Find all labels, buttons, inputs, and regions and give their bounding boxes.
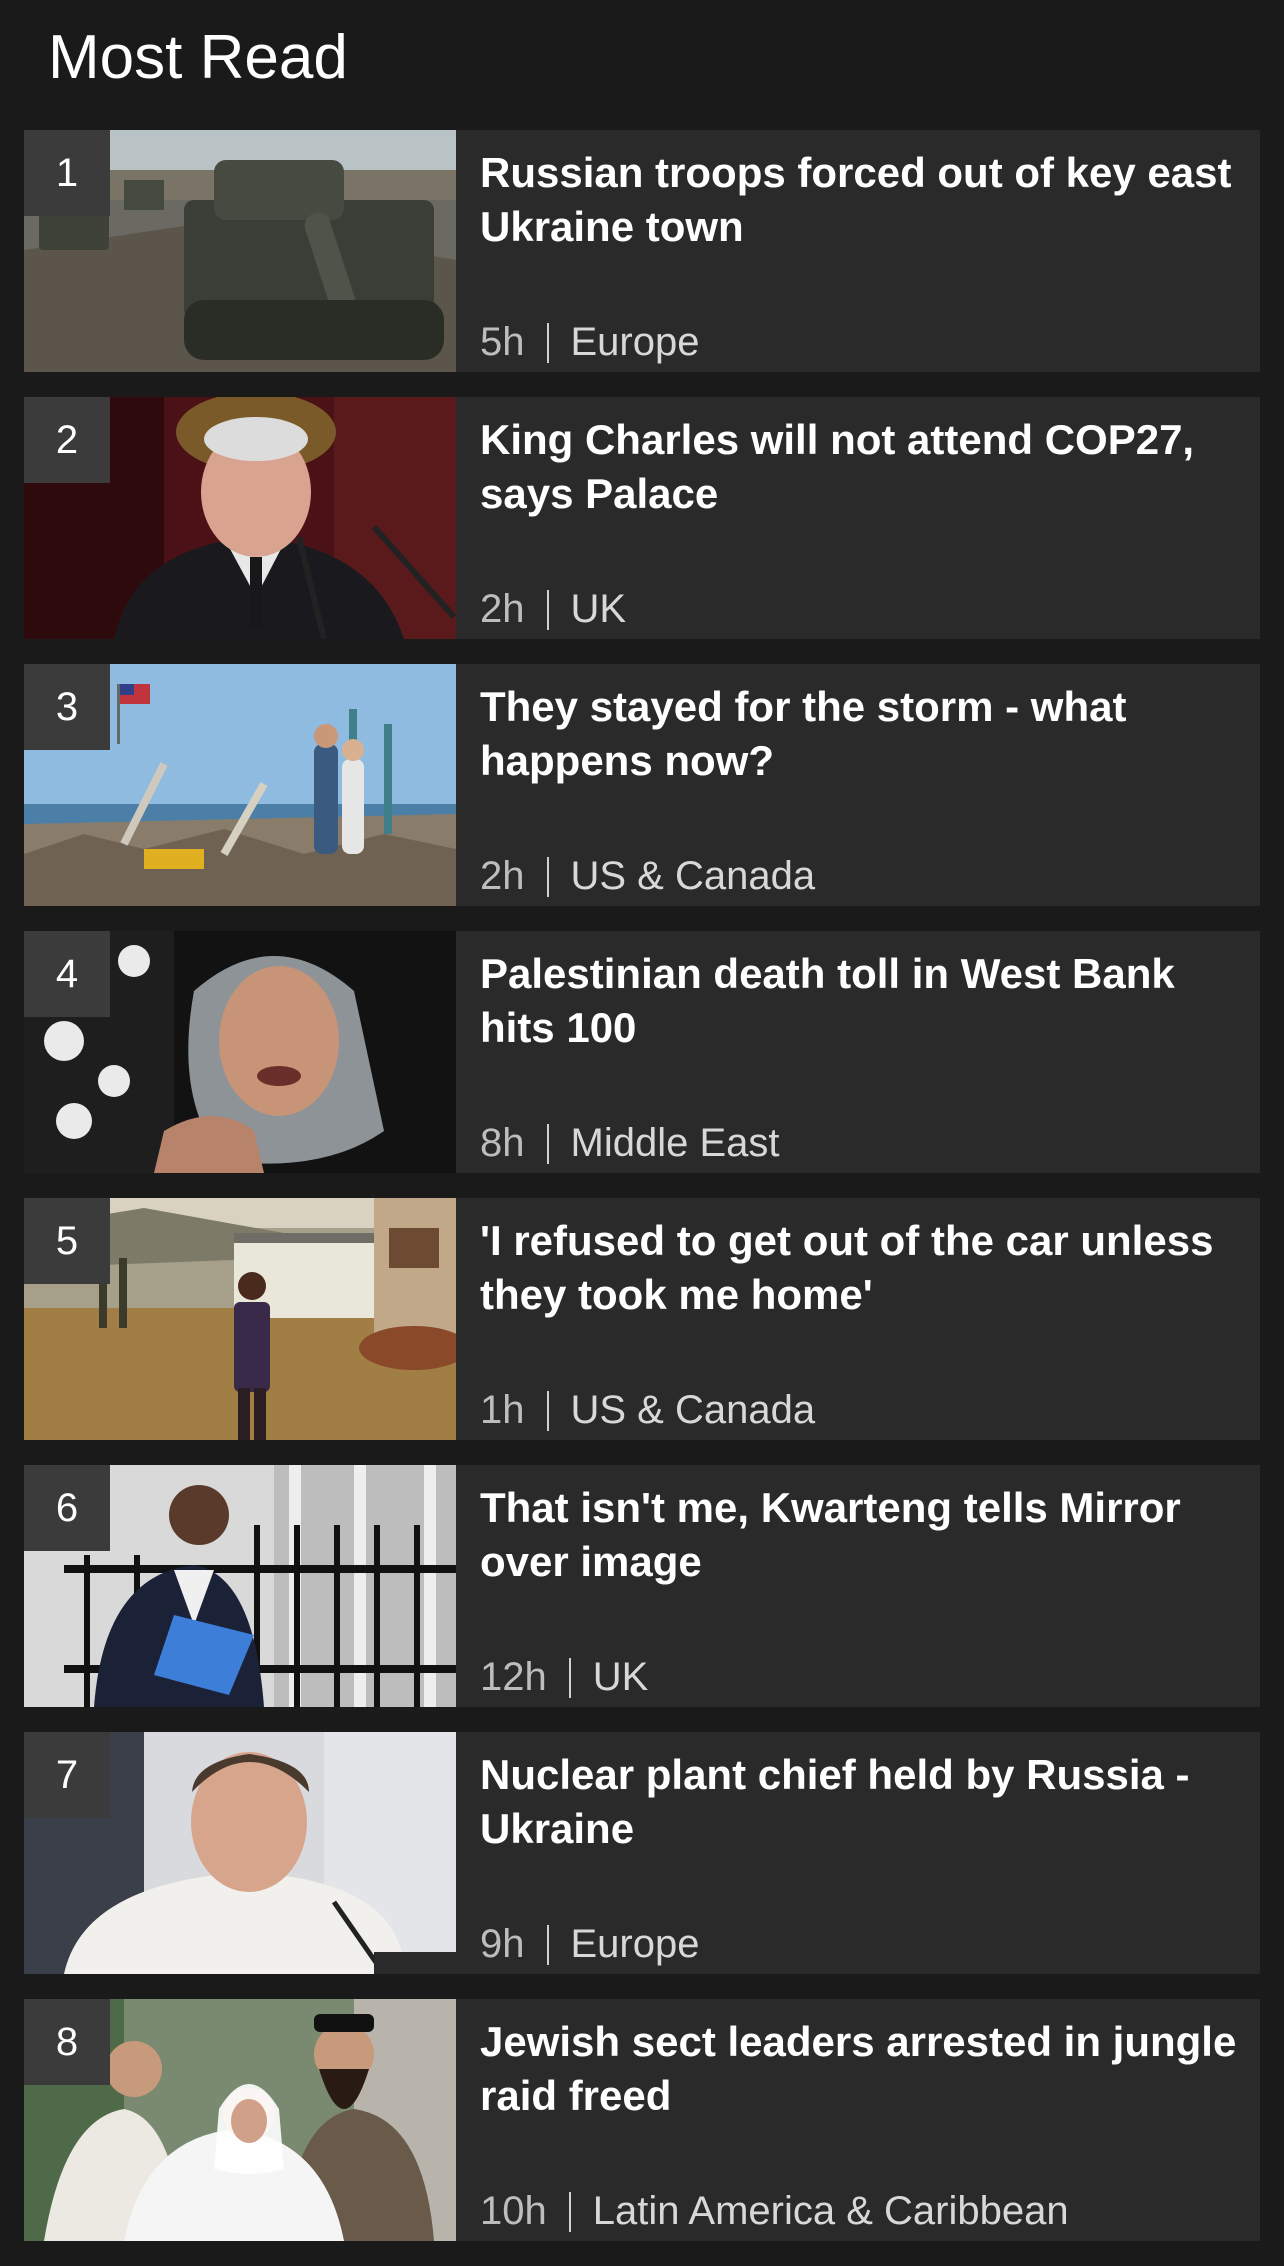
article-time: 10h [480, 2189, 547, 2233]
article-thumbnail[interactable]: 2 [24, 397, 456, 639]
article-category[interactable]: US & Canada [571, 854, 816, 898]
article-meta: 2h US & Canada [480, 852, 815, 900]
rank-badge: 4 [24, 931, 110, 1017]
article-thumbnail[interactable]: 1 [24, 130, 456, 372]
article-thumbnail[interactable]: 4 [24, 931, 456, 1173]
article-category[interactable]: Middle East [571, 1121, 780, 1165]
article-headline[interactable]: Russian troops forced out of key east Uk… [480, 146, 1250, 254]
rank-badge: 2 [24, 397, 110, 483]
section-title: Most Read [48, 23, 348, 92]
article-headline[interactable]: They stayed for the storm - what happens… [480, 680, 1250, 788]
article-meta: 1h US & Canada [480, 1386, 815, 1434]
rank-badge: 6 [24, 1465, 110, 1551]
article-meta: 9h Europe [480, 1920, 699, 1968]
rank-badge: 1 [24, 130, 110, 216]
article-headline[interactable]: Jewish sect leaders arrested in jungle r… [480, 2015, 1250, 2123]
article-category[interactable]: UK [571, 587, 627, 631]
list-item[interactable]: 5 'I refused to get out of the car unles… [24, 1198, 1260, 1440]
meta-divider [568, 2192, 571, 2232]
article-headline[interactable]: Palestinian death toll in West Bank hits… [480, 947, 1250, 1055]
list-item[interactable]: 4 Palestinian death toll in West Bank hi… [24, 931, 1260, 1173]
article-time: 2h [480, 854, 525, 898]
meta-divider [568, 1658, 571, 1698]
article-meta: 5h Europe [480, 318, 699, 366]
list-item[interactable]: 6 That isn't me, Kwarteng tells Mirror o… [24, 1465, 1260, 1707]
meta-divider [546, 323, 549, 363]
rank-badge: 8 [24, 1999, 110, 2085]
article-thumbnail[interactable]: 8 [24, 1999, 456, 2241]
article-thumbnail[interactable]: 7 [24, 1732, 456, 1974]
article-time: 8h [480, 1121, 525, 1165]
article-headline[interactable]: King Charles will not attend COP27, says… [480, 413, 1250, 521]
article-category[interactable]: Europe [571, 1922, 700, 1966]
article-headline[interactable]: Nuclear plant chief held by Russia - Ukr… [480, 1748, 1250, 1856]
article-meta: 2h UK [480, 585, 626, 633]
meta-divider [546, 1925, 549, 1965]
meta-divider [546, 1391, 549, 1431]
list-item[interactable]: 3 They stayed for the storm - what happe… [24, 664, 1260, 906]
most-read-list: 1 Russian troops forced out of key east … [24, 130, 1260, 2266]
rank-badge: 3 [24, 664, 110, 750]
article-time: 2h [480, 587, 525, 631]
article-thumbnail[interactable]: 3 [24, 664, 456, 906]
article-thumbnail[interactable]: 5 [24, 1198, 456, 1440]
rank-badge: 7 [24, 1732, 110, 1818]
meta-divider [546, 1124, 549, 1164]
meta-divider [546, 590, 549, 630]
article-category[interactable]: UK [593, 1655, 649, 1699]
article-time: 9h [480, 1922, 525, 1966]
list-item[interactable]: 8 Jewish sect leaders arrested in jungle… [24, 1999, 1260, 2241]
article-headline[interactable]: That isn't me, Kwarteng tells Mirror ove… [480, 1481, 1250, 1589]
article-headline[interactable]: 'I refused to get out of the car unless … [480, 1214, 1250, 1322]
list-item[interactable]: 2 King Charles will not attend COP27, sa… [24, 397, 1260, 639]
article-meta: 10h Latin America & Caribbean [480, 2187, 1069, 2235]
article-category[interactable]: US & Canada [571, 1388, 816, 1432]
article-category[interactable]: Europe [571, 320, 700, 364]
article-category[interactable]: Latin America & Caribbean [593, 2189, 1069, 2233]
article-time: 12h [480, 1655, 547, 1699]
article-time: 1h [480, 1388, 525, 1432]
article-time: 5h [480, 320, 525, 364]
article-thumbnail[interactable]: 6 [24, 1465, 456, 1707]
article-meta: 8h Middle East [480, 1119, 779, 1167]
list-item[interactable]: 1 Russian troops forced out of key east … [24, 130, 1260, 372]
meta-divider [546, 857, 549, 897]
article-meta: 12h UK [480, 1653, 648, 1701]
list-item[interactable]: 7 Nuclear plant chief held by Russia - U… [24, 1732, 1260, 1974]
rank-badge: 5 [24, 1198, 110, 1284]
